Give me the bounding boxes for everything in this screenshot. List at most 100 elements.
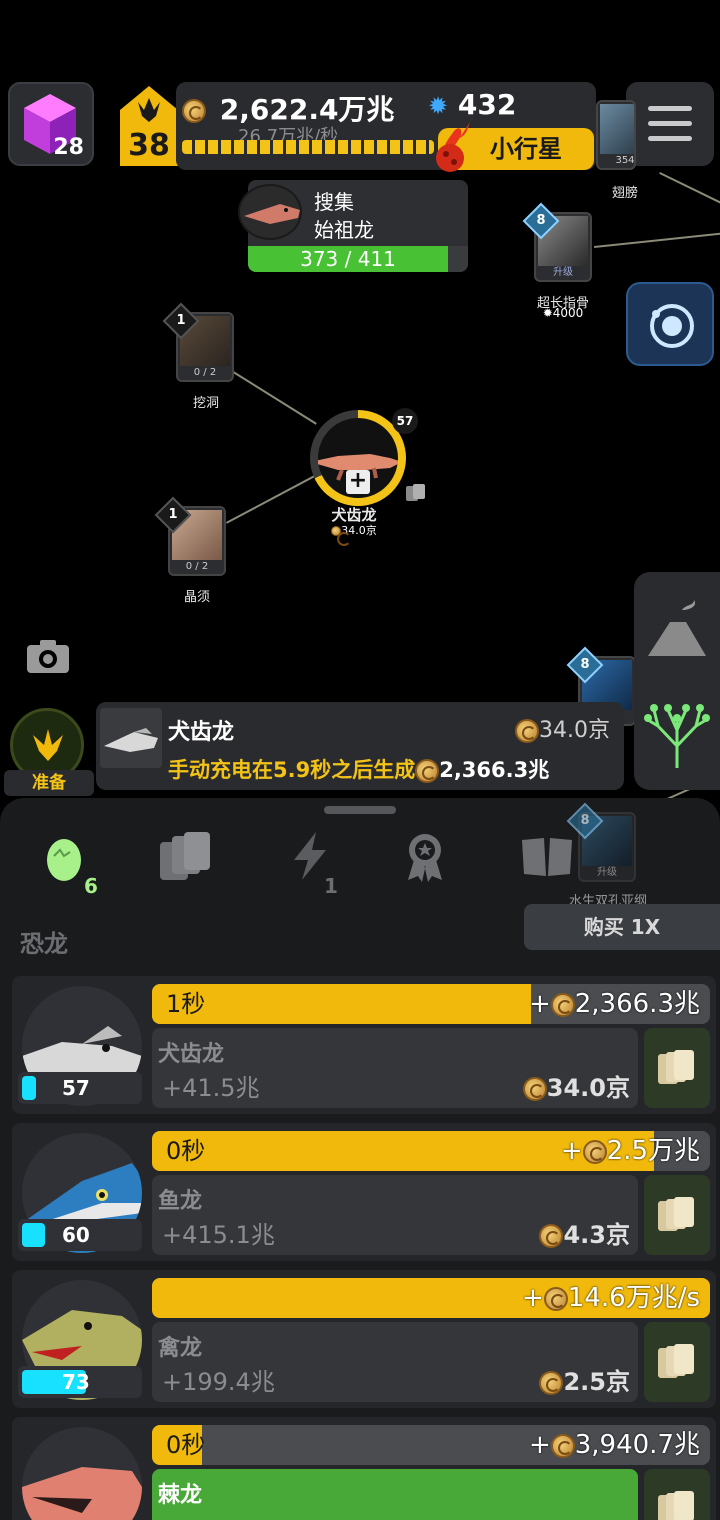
asteroid-button[interactable]: 小行星	[436, 116, 594, 172]
gem-cube-button[interactable]: 28	[8, 82, 94, 166]
upgrade-cost: 4.3京	[539, 1215, 630, 1250]
fossil-coin-icon	[522, 1077, 547, 1101]
resource-bar: 2,622.4万兆 ✹ 432 26.7万兆/秒 小行星	[176, 82, 596, 172]
selected-creature-price: 34.0京	[515, 712, 610, 744]
skill-node-cost: ✹4000	[542, 306, 584, 320]
upgrade-increase: +41.5兆	[162, 1074, 260, 1102]
creature-row[interactable]: 60 0秒 +2.5万兆 鱼龙 +415.1兆 4.3京	[12, 1123, 716, 1261]
eggs-count: 6	[84, 874, 98, 898]
charge-description: 手动充电在5.9秒之后生成 2,366.3兆	[168, 758, 550, 783]
selected-creature-name: 犬齿龙	[168, 720, 235, 745]
fossil-coin-icon	[331, 526, 352, 546]
hamburger-icon	[648, 106, 692, 111]
creature-level: 57	[62, 1076, 90, 1100]
upgrade-button[interactable]: 禽龙 +199.4兆 2.5京	[152, 1322, 638, 1402]
cards-icon	[406, 484, 425, 501]
side-panel	[634, 572, 720, 790]
section-title: 恐龙	[20, 930, 68, 958]
evolution-tree-icon[interactable]	[644, 690, 710, 770]
skill-node-wings[interactable]: 354	[596, 100, 636, 170]
egg-icon	[47, 839, 81, 881]
collect-goal-card[interactable]: 搜集 始祖龙 373 / 411	[238, 180, 468, 272]
production-gain: +3,940.7兆	[528, 1430, 700, 1460]
bottom-panel: 6 1 升级 8 水生双孔亚纲 恐龙 购买 1X 57 1秒 + 2,366.3…	[0, 798, 720, 1520]
production-gain: +2.5万兆	[560, 1136, 700, 1166]
skill-node-label: 挖洞	[192, 396, 219, 411]
tab-cards[interactable]	[144, 828, 224, 900]
collect-title: 搜集	[314, 190, 354, 214]
center-node-badge: 57	[392, 408, 418, 434]
creature-level-bar: 73	[18, 1366, 142, 1398]
buy-multiplier-button[interactable]: 购买 1X	[524, 904, 720, 950]
creature-row[interactable]: 57 1秒 +2,366.3兆 犬齿龙 +41.5兆 34.0京	[12, 976, 716, 1114]
meteor-icon	[436, 116, 474, 172]
asteroid-label: 小行星	[490, 135, 562, 163]
center-node-cost: 34.0京	[304, 522, 404, 546]
cards-icon	[658, 1050, 694, 1084]
collect-progress-text: 373 / 411	[300, 247, 396, 271]
tab-eggs[interactable]: 6	[30, 828, 110, 900]
menu-button[interactable]	[626, 82, 714, 166]
tree-link	[594, 232, 720, 248]
upgrade-button[interactable]: 棘龙	[152, 1469, 638, 1520]
fossil-coin-icon	[539, 1224, 564, 1248]
level-progress-bar	[182, 140, 434, 154]
boosts-count: 1	[324, 874, 338, 898]
planet-orbit-icon	[650, 304, 694, 348]
creature-avatar	[22, 1427, 142, 1520]
book-icon	[522, 838, 572, 876]
timer-label: 0秒	[166, 1137, 206, 1165]
creature-row[interactable]: 73 +14.6万兆/s 禽龙 +199.4兆 2.5京	[12, 1270, 716, 1408]
archaeopteryx-portrait	[238, 184, 302, 240]
creature-thumbnail	[100, 708, 162, 768]
production-gain: +14.6万兆/s	[522, 1283, 700, 1313]
tab-achievements[interactable]	[390, 828, 470, 900]
timer-label: 1秒	[166, 990, 206, 1018]
upgrade-cost: 34.0京	[522, 1068, 630, 1103]
upgrade-button[interactable]: 犬齿龙 +41.5兆 34.0京	[152, 1028, 638, 1108]
fossil-coin-icon	[415, 759, 440, 783]
creature-name: 禽龙	[158, 1336, 203, 1361]
creature-level-bar: 57	[18, 1072, 142, 1104]
selected-creature-info: 犬齿龙 34.0京 手动充电在5.9秒之后生成 2,366.3兆	[96, 702, 624, 790]
planet-view-button[interactable]	[626, 282, 714, 366]
creature-cards-button[interactable]	[644, 1028, 710, 1108]
fossil-coin-icon	[550, 992, 575, 1017]
medal-icon	[408, 834, 442, 882]
creature-row[interactable]: 0秒 +3,940.7兆 棘龙	[12, 1417, 716, 1520]
volcano-button-icon[interactable]	[646, 592, 708, 658]
fossil-coin-icon	[515, 719, 539, 743]
fossil-coin-icon	[582, 1139, 607, 1164]
collect-creature: 始祖龙	[314, 218, 374, 242]
add-icon: +	[346, 470, 370, 494]
tree-link	[226, 475, 316, 524]
timer-label: 0秒	[166, 1431, 206, 1459]
cards-icon	[160, 832, 210, 880]
production-timer-bar[interactable]: +14.6万兆/s	[152, 1278, 710, 1318]
panel-drag-handle[interactable]	[324, 806, 396, 814]
upgrade-increase: +415.1兆	[162, 1221, 275, 1249]
creature-level: 60	[62, 1223, 90, 1247]
skill-node-label: 晶须	[183, 590, 210, 605]
production-timer-bar[interactable]: 0秒 +3,940.7兆	[152, 1425, 710, 1465]
gem-count: 28	[53, 135, 84, 160]
tab-boosts[interactable]: 1	[276, 828, 356, 900]
creature-cards-button[interactable]	[644, 1322, 710, 1402]
creature-name: 鱼龙	[158, 1189, 203, 1214]
fossil-coin-icon	[543, 1286, 568, 1311]
upgrade-increase: +199.4兆	[162, 1368, 275, 1396]
player-level-badge[interactable]: 38	[116, 82, 182, 170]
creature-name: 棘龙	[158, 1483, 203, 1508]
production-timer-bar[interactable]: 1秒 +2,366.3兆	[152, 984, 710, 1024]
production-timer-bar[interactable]: 0秒 +2.5万兆	[152, 1131, 710, 1171]
camera-icon[interactable]	[26, 638, 70, 674]
creature-cards-button[interactable]	[644, 1469, 710, 1520]
upgrade-button[interactable]: 鱼龙 +415.1兆 4.3京	[152, 1175, 638, 1255]
upgrade-cost: 2.5京	[539, 1362, 630, 1397]
fossil-coin-icon	[539, 1371, 564, 1395]
creature-level-bar: 60	[18, 1219, 142, 1251]
cards-icon	[658, 1197, 694, 1231]
creature-cards-button[interactable]	[644, 1175, 710, 1255]
creature-name: 犬齿龙	[158, 1042, 225, 1067]
cards-icon	[658, 1491, 694, 1520]
